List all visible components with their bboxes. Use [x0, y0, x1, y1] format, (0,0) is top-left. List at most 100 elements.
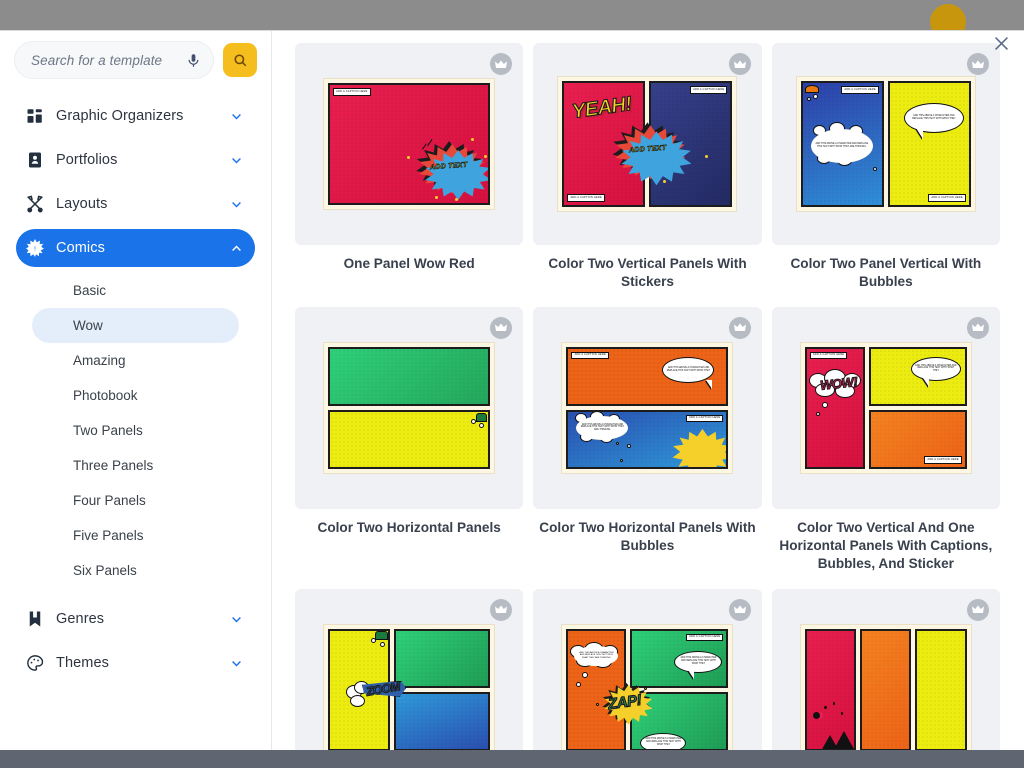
template-card[interactable]: ZOOM: [295, 588, 524, 750]
sidebar-item-label: Graphic Organizers: [56, 108, 184, 124]
panel-caption: ADD A CAPTION HERE: [333, 88, 371, 96]
template-thumbnail[interactable]: YEAH! ADD A CAPTION HERE ADD A CAPTION H…: [533, 43, 762, 245]
comic-panel: [804, 628, 857, 750]
comic-panel: ADD A CAPTION HERE ADD THIS ABOVE A CHAR…: [566, 346, 729, 406]
add-text-burst: ADD TEXT: [416, 141, 489, 200]
sidebar-subitem-three-panels[interactable]: Three Panels: [32, 448, 239, 483]
template-card[interactable]: Color Two Horizontal Panels: [295, 306, 524, 573]
hat-sticker: [476, 412, 488, 422]
sidebar-subitem-two-panels[interactable]: Two Panels: [32, 413, 239, 448]
template-card[interactable]: YEAH! ADD A CAPTION HERE ADD A CAPTION H…: [533, 43, 762, 291]
sidebar-item-layouts[interactable]: Layouts: [16, 185, 255, 223]
sidebar-item-label: Genres: [56, 611, 105, 627]
template-title: One Panel Wow Red: [343, 256, 475, 271]
thought-bubble-text: ADD THIS ABOVE A CHARACTER AND REPLACE T…: [810, 129, 873, 163]
comic-preview: ADD A CAPTION HERE ADD THIS ABOVE A CHAR…: [795, 76, 976, 212]
sidebar-subitem-five-panels[interactable]: Five Panels: [32, 518, 239, 553]
speech-bubble: ADD THIS ABOVE A CHARACTER AND REPLACE T…: [910, 356, 961, 381]
crown-icon: [490, 316, 513, 339]
template-title: Color Two Horizontal Panels With Bubbles: [539, 519, 756, 553]
template-thumbnail[interactable]: ADD A CAPTION HERE ADD THIS ABOVE A CHAR…: [533, 306, 762, 509]
template-card[interactable]: ADD A CAPTION HERE WOW! ADD THIS ABOVE A…: [771, 306, 1000, 573]
thought-bubble-text: ADD THIS ABOVE A CHARACTER AND REPLACE T…: [576, 415, 629, 440]
bubble-text: ADD THIS ABOVE A CHARACTER AND REPLACE T…: [580, 423, 625, 432]
template-title: Color Two Horizontal Panels: [317, 519, 501, 535]
template-thumbnail[interactable]: ADD THIS ABOVE A CHARACTER AND REPLACE T…: [533, 588, 762, 750]
template-title: Color Two Panel Vertical With Bubbles: [790, 256, 982, 289]
comic-panel: [328, 346, 491, 406]
template-thumbnail[interactable]: ZOOM: [295, 588, 524, 750]
add-text-burst: ADD TEXT: [612, 122, 692, 186]
template-thumbnail[interactable]: ADD A CAPTION HERE ADD THIS ABOVE A CHAR…: [771, 43, 1000, 245]
search-icon: [233, 53, 246, 66]
grid-blocks-icon: [22, 106, 48, 126]
microphone-icon[interactable]: [186, 53, 201, 68]
comic-panel: [860, 628, 912, 750]
top-overlay-bar: [0, 0, 1024, 40]
hat-sticker: [375, 630, 389, 640]
sidebar-subitem-photobook[interactable]: Photobook: [32, 378, 239, 413]
sidebar-item-comics[interactable]: ! Comics: [16, 229, 255, 267]
sidebar-subitem-basic[interactable]: Basic: [32, 273, 239, 308]
crown-icon: [490, 598, 513, 621]
template-card[interactable]: ADD A CAPTION HERE ADD TEXT One Panel Wo…: [295, 43, 524, 291]
template-card[interactable]: ADD A CAPTION HERE ADD THIS ABOVE A CHAR…: [771, 43, 1000, 291]
sidebar-subitem-amazing[interactable]: Amazing: [32, 343, 239, 378]
search-placeholder: Search for a template: [31, 52, 163, 68]
search-submit-button[interactable]: [223, 43, 257, 77]
chevron-down-icon: [230, 198, 243, 211]
crown-icon: [728, 598, 751, 621]
comic-panel: ADD THIS ABOVE A CHARACTER AND REPLACE T…: [868, 346, 967, 406]
template-thumbnail[interactable]: ADD A CAPTION HERE ADD TEXT: [295, 43, 524, 245]
bubble-text: ADD THIS ABOVE A CHARACTER AND REPLACE T…: [680, 657, 717, 666]
crown-icon: [728, 316, 751, 339]
close-icon: [994, 36, 1008, 50]
yeah-sticker: YEAH!: [571, 92, 634, 124]
sidebar-subitem-six-panels[interactable]: Six Panels: [32, 553, 239, 588]
sidebar-item-label: Portfolios: [56, 152, 118, 168]
comic-panel: ADD A CAPTION HERE WOW!: [804, 346, 865, 469]
template-picker-modal: Search for a template Graphic Organizers: [0, 0, 1024, 768]
sidebar-item-label: Themes: [56, 655, 109, 671]
comic-panel: ADD A CAPTION HERE ADD THIS ABOVE A CHAR…: [630, 628, 729, 688]
bubble-text: ADD THIS ABOVE A CHARACTER AND REPLACE T…: [815, 143, 869, 148]
comic-panel: [328, 409, 491, 469]
sidebar-item-label: Layouts: [56, 196, 108, 212]
chevron-down-icon: [230, 613, 243, 626]
close-button[interactable]: [986, 28, 1016, 58]
speech-bubble: ADD THIS ABOVE A CHARACTER AND REPLACE T…: [674, 650, 723, 673]
sidebar-item-label: Comics: [56, 240, 105, 256]
bottom-overlay-bar: [0, 750, 1024, 768]
sidebar-subitem-four-panels[interactable]: Four Panels: [32, 483, 239, 518]
comic-preview: ADD A CAPTION HERE ADD THIS ABOVE A CHAR…: [561, 341, 734, 474]
sidebar-nav: Graphic Organizers Portfolios Layouts ! …: [0, 97, 271, 682]
sidebar-item-themes[interactable]: Themes: [16, 644, 255, 682]
sidebar-item-graphic-organizers[interactable]: Graphic Organizers: [16, 97, 255, 135]
comic-preview: ADD A CAPTION HERE ADD TEXT: [323, 78, 496, 210]
comic-panel: ADD THIS ABOVE A CHARACTER AND REPLACE T…: [887, 81, 971, 207]
template-card[interactable]: ADD A CAPTION HERE ADD THIS ABOVE A CHAR…: [533, 306, 762, 573]
panel-caption: ADD A CAPTION HERE: [924, 456, 962, 464]
template-thumbnail[interactable]: [771, 588, 1000, 750]
panel-caption: ADD A CAPTION HERE: [567, 194, 605, 202]
template-card[interactable]: ADD THIS ABOVE A CHARACTER AND REPLACE T…: [533, 588, 762, 750]
speech-bubble: ADD THIS ABOVE A CHARACTER AND REPLACE T…: [903, 103, 964, 133]
search-input[interactable]: Search for a template: [14, 41, 214, 79]
crown-icon: [728, 53, 751, 75]
chevron-up-icon: [230, 242, 243, 255]
sidebar: Search for a template Graphic Organizers: [0, 31, 272, 750]
zap-burst: ZAP!: [602, 682, 653, 725]
hat-sticker: [804, 85, 819, 93]
bubble-text: ADD THIS ABOVE A CHARACTER AND REPLACE T…: [645, 738, 682, 747]
panel-caption: ADD A CAPTION HERE: [571, 351, 609, 360]
sidebar-subitem-wow[interactable]: Wow: [32, 308, 239, 343]
template-thumbnail[interactable]: ADD A CAPTION HERE WOW! ADD THIS ABOVE A…: [771, 306, 1000, 509]
comic-panel: [394, 691, 491, 750]
sidebar-item-portfolios[interactable]: Portfolios: [16, 141, 255, 179]
template-thumbnail[interactable]: [295, 306, 524, 509]
template-card[interactable]: [771, 588, 1000, 750]
svg-text:!: !: [34, 246, 36, 252]
chevron-down-icon: [230, 154, 243, 167]
sidebar-item-genres[interactable]: Genres: [16, 600, 255, 638]
